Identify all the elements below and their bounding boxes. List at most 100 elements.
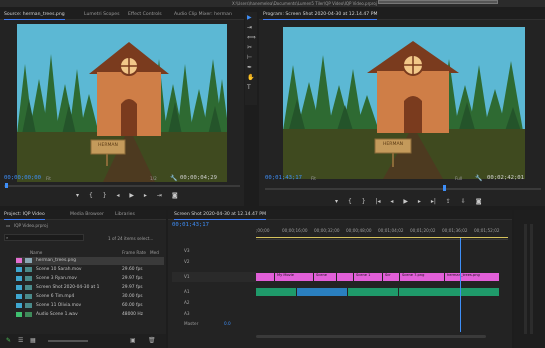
source-playhead[interactable] [5,183,8,188]
source-timecode[interactable]: 00;00;00;00 [4,175,41,181]
out-point-icon[interactable]: } [362,198,366,205]
meter-bar-right [530,224,533,334]
trash-icon[interactable]: 🗑 [148,337,156,344]
meter-bar-left [524,224,527,334]
tab-program[interactable]: Program: Screen Shot 2020-04-30 at 12.14… [263,12,378,20]
column-media[interactable]: Med [150,250,159,255]
track-header-a1[interactable]: A1 [172,287,256,297]
label-swatch [16,303,22,308]
project-row[interactable]: Scene 11 Olivia.mov 60.00 fps [16,302,164,310]
track-header-a3[interactable]: A3 [172,309,256,319]
new-item-icon[interactable]: ▣ [130,337,136,344]
play-icon[interactable]: ▶ [403,198,408,205]
timeline-clip[interactable]: Scene 1 [354,273,382,281]
timeline-clip[interactable]: Scr [383,273,399,281]
timeline-scrollbar[interactable] [256,335,486,338]
audio-clip[interactable] [256,288,296,296]
program-timecode[interactable]: 00;01;43;17 [265,175,302,181]
step-back-icon[interactable]: ◂ [390,198,393,205]
icon-view-icon[interactable]: ▦ [30,337,36,344]
export-frame-icon[interactable]: ◙ [476,198,482,205]
ruler-label: 00;01;36;02 [442,228,468,233]
go-to-in-icon[interactable]: |◂ [375,198,380,205]
tab-sequence[interactable]: Screen Shot 2020-04-30 at 12.14.47 PM [174,212,267,220]
program-resolution-select[interactable]: Full [455,176,462,181]
tab-project[interactable]: Project: IQP Video [4,212,45,220]
wrench-icon[interactable]: 🔧 [475,175,482,182]
tab-audio-clip-mixer[interactable]: Audio Clip Mixer: herman [174,12,232,17]
column-frame-rate[interactable]: Frame Rate [122,250,146,255]
out-point-icon[interactable]: } [103,192,107,199]
selection-tool-icon[interactable]: ▶ [247,14,252,21]
play-icon[interactable]: ▶ [129,192,134,199]
source-viewer[interactable]: HERMAN [17,24,227,182]
timeline-clip[interactable]: herman_trees.png [445,273,499,281]
project-row-rate: 29.97 fps [122,285,143,290]
tab-source[interactable]: Source: herman_trees.png [4,12,65,20]
pencil-icon[interactable]: ✎ [6,337,11,344]
project-row[interactable]: Audio Scene 1.wav 48000 Hz [16,311,164,319]
step-back-icon[interactable]: ◂ [116,192,119,199]
ripple-edit-icon[interactable]: ⟺ [247,34,256,41]
source-fit-select[interactable]: Fit [46,176,51,181]
project-row[interactable]: Scene 6 Tim.mp4 30.00 fps [16,293,164,301]
tab-libraries[interactable]: Libraries [115,212,135,217]
project-tabs: Project: IQP Video Media Browser Librari… [0,210,166,220]
audio-clip[interactable] [348,288,398,296]
tab-media-browser[interactable]: Media Browser [70,212,104,217]
column-name[interactable]: Name [30,250,42,255]
slip-tool-icon[interactable]: ⊢ [247,54,252,61]
razor-icon[interactable]: ✂ [247,44,252,51]
tools-panel: ▶ ⇥ ⟺ ✂ ⊢ ✒ ✋ T [245,12,257,105]
project-row[interactable]: Screen Shot 2020-04-30 at 1 29.97 fps [16,284,164,292]
timeline-clip[interactable] [256,273,274,281]
timeline-clip[interactable] [337,273,353,281]
project-row[interactable]: Scene 10 Sarah.mov 29.60 fps [16,266,164,274]
program-scrub-bar[interactable] [265,188,541,190]
audio-clip[interactable] [297,288,347,296]
step-forward-icon[interactable]: ▸ [418,198,421,205]
hand-tool-icon[interactable]: ✋ [247,74,254,81]
list-view-icon[interactable]: ☰ [18,337,23,344]
insert-icon[interactable]: ⇥ [157,192,162,199]
tab-effect-controls[interactable]: Effect Controls [128,12,162,17]
step-forward-icon[interactable]: ▸ [144,192,147,199]
work-area-bar[interactable] [256,237,508,238]
timeline-playhead[interactable] [460,238,461,332]
type-tool-icon[interactable]: T [247,84,251,91]
track-header-a2[interactable]: A2 [172,298,256,308]
zoom-slider[interactable] [48,340,88,342]
project-row[interactable]: herman_trees.png [16,257,164,265]
source-resolution-select[interactable]: 1/2 [150,176,157,181]
go-to-out-icon[interactable]: ▸| [431,198,436,205]
timeline-clip[interactable]: Scene 7.png [400,273,444,281]
timeline-timecode[interactable]: 00;01;43;17 [172,222,209,228]
lift-icon[interactable]: ⇪ [446,198,451,205]
export-frame-icon[interactable]: ◙ [172,192,178,199]
project-search-input[interactable] [4,234,84,241]
extract-icon[interactable]: ⇩ [461,198,466,205]
program-viewer[interactable]: HERMAN [283,27,525,179]
wrench-icon[interactable]: 🔧 [170,175,177,182]
track-header-v3[interactable]: V3 [172,246,256,256]
timeline-clip[interactable]: My Movie [275,273,313,281]
marker-icon[interactable]: ▾ [335,198,338,205]
timeline-clip[interactable]: Scene [314,273,336,281]
marker-icon[interactable]: ▾ [76,192,79,199]
audio-clip[interactable] [399,288,499,296]
in-point-icon[interactable]: { [348,198,352,205]
program-playhead[interactable] [443,185,446,191]
window-bar [378,0,498,4]
label-swatch [16,312,22,317]
track-header-v2[interactable]: V2 [172,257,256,267]
track-select-icon[interactable]: ⇥ [247,24,252,31]
master-volume[interactable]: 0.0 [224,321,231,326]
ruler-label: 00;00;48;00 [346,228,372,233]
source-scrub-bar[interactable] [4,185,240,187]
in-point-icon[interactable]: { [89,192,93,199]
track-header-v1[interactable]: V1 [172,272,256,282]
program-fit-select[interactable]: Fit [311,176,316,181]
pen-tool-icon[interactable]: ✒ [247,64,252,71]
project-row[interactable]: Scene 3 Ryan.mov 29.97 fps [16,275,164,283]
tab-lumetri-scopes[interactable]: Lumetri Scopes [84,12,120,17]
